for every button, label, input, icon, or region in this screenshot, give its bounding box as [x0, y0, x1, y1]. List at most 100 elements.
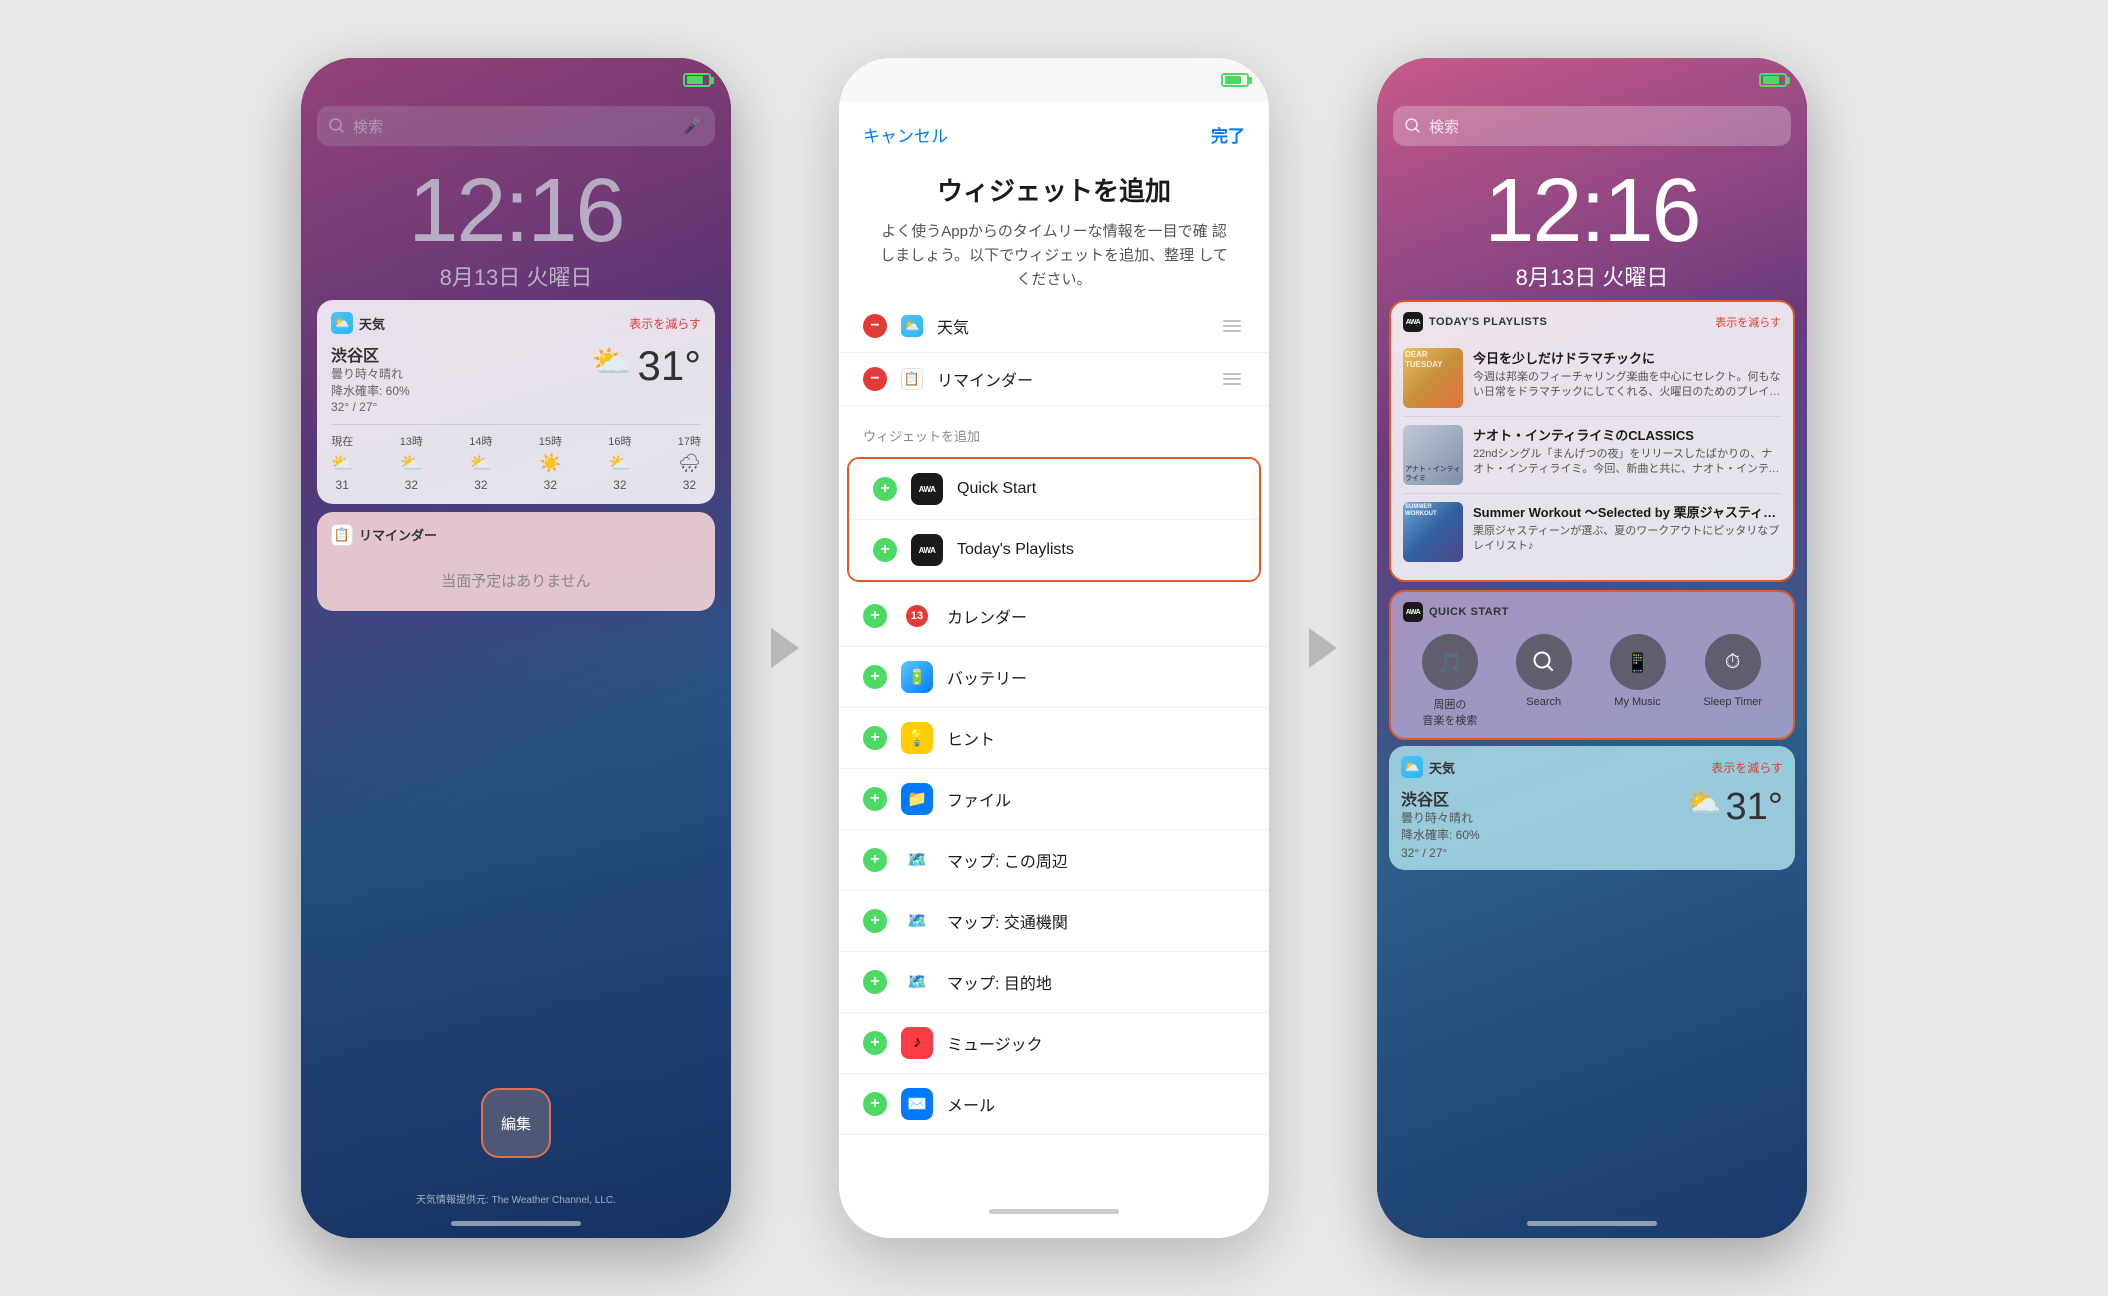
- middle-panel: キャンセル 完了 ウィジェットを追加 よく使うAppからのタイムリーな情報を一目…: [839, 58, 1269, 1238]
- calendar-icon-wrap: 13: [901, 600, 933, 632]
- add-calendar[interactable]: + 13 カレンダー: [839, 586, 1269, 647]
- weather-collapse-btn-1[interactable]: 表示を減らす: [629, 315, 701, 332]
- add-maps-transit[interactable]: + 🗺️ マップ: 交通機関: [839, 891, 1269, 952]
- plus-maps-nearby-btn[interactable]: +: [863, 848, 887, 872]
- add-hint[interactable]: + 💡 ヒント: [839, 708, 1269, 769]
- qs-sleep-timer-label: Sleep Timer: [1703, 696, 1762, 708]
- playlist-title-0: 今日を少しだけドラマチックに: [1473, 348, 1781, 367]
- minus-reminder-btn[interactable]: −: [863, 367, 887, 391]
- battery-icon-1: [683, 73, 711, 87]
- plus-mail-btn[interactable]: +: [863, 1092, 887, 1116]
- weather-location-3: 渋谷区: [1401, 786, 1480, 810]
- weather-icon-list: ⛅: [901, 315, 923, 337]
- done-button[interactable]: 完了: [1211, 122, 1245, 147]
- awa-icon-qs-header: AWA: [1403, 602, 1423, 622]
- qs-search-icon: [1516, 634, 1572, 690]
- lock-clock-3: 12:16 8月13日 火曜日: [1377, 166, 1807, 292]
- edit-button-1[interactable]: 編集: [481, 1088, 551, 1158]
- weather-collapse-btn-3[interactable]: 表示を減らす: [1711, 759, 1783, 776]
- battery-icon-widget: 🔋: [901, 661, 933, 693]
- modal-header: キャンセル 完了: [839, 102, 1269, 155]
- files-icon: 📁: [901, 783, 933, 815]
- battery-label: バッテリー: [947, 665, 1027, 689]
- search-placeholder-1: 検索: [353, 116, 383, 137]
- add-maps-nearby[interactable]: + 🗺️ マップ: この周辺: [839, 830, 1269, 891]
- active-widget-weather: − ⛅ 天気: [839, 300, 1269, 353]
- plus-maps-destination-btn[interactable]: +: [863, 970, 887, 994]
- plus-files-btn[interactable]: +: [863, 787, 887, 811]
- plus-todays-playlists-btn[interactable]: +: [873, 538, 897, 562]
- status-bar-middle: [839, 58, 1269, 102]
- weather-cloud-icon-1: ⛅: [592, 342, 632, 380]
- clock-time-3: 12:16: [1377, 166, 1807, 256]
- qs-btn-sleep-timer[interactable]: ⏱ Sleep Timer: [1703, 634, 1762, 728]
- playlist-desc-0: 今週は邦楽のフィーチャリング楽曲を中心にセレクト。何もない日常をドラマチックにし…: [1473, 370, 1781, 401]
- quick-start-label: Quick Start: [957, 480, 1036, 498]
- plus-quick-start-btn[interactable]: +: [873, 477, 897, 501]
- add-quick-start[interactable]: + AWA Quick Start: [849, 459, 1259, 520]
- arrow-1: [771, 628, 799, 668]
- qs-btn-nearby[interactable]: 🎵 周囲の音楽を検索: [1422, 634, 1478, 728]
- reminder-widget-title-1: リマインダー: [359, 525, 437, 544]
- phone-screen-3: 検索 12:16 8月13日 火曜日 AWA TODAY'S PLAYLISTS…: [1377, 58, 1807, 1238]
- cancel-button[interactable]: キャンセル: [863, 122, 948, 147]
- maps-destination-icon: 🗺️: [901, 966, 933, 998]
- search-placeholder-3: 検索: [1429, 116, 1459, 137]
- home-indicator-middle: [989, 1209, 1119, 1214]
- plus-music-btn[interactable]: +: [863, 1031, 887, 1055]
- add-battery[interactable]: + 🔋 バッテリー: [839, 647, 1269, 708]
- add-todays-playlists[interactable]: + AWA Today's Playlists: [849, 520, 1259, 580]
- add-maps-destination[interactable]: + 🗺️ マップ: 目的地: [839, 952, 1269, 1013]
- qs-my-music-label: My Music: [1614, 696, 1660, 708]
- search-bar-3[interactable]: 検索: [1393, 106, 1791, 146]
- awa-icon-quick-start: AWA: [911, 473, 943, 505]
- add-music[interactable]: + ♪ ミュージック: [839, 1013, 1269, 1074]
- qs-nearby-label: 周囲の音楽を検索: [1422, 696, 1477, 728]
- active-widgets-list: − ⛅ 天気 − 📋 リマインダー: [839, 300, 1269, 406]
- weather-condition-1: 曇り時々晴れ降水確率: 60%: [331, 366, 410, 400]
- todays-playlists-collapse-btn[interactable]: 表示を減らす: [1715, 314, 1781, 330]
- minus-weather-btn[interactable]: −: [863, 314, 887, 338]
- home-indicator-1: [451, 1221, 581, 1226]
- plus-hint-btn[interactable]: +: [863, 726, 887, 750]
- maps-nearby-icon: 🗺️: [901, 844, 933, 876]
- home-indicator-3: [1527, 1221, 1657, 1226]
- drag-handle-weather[interactable]: [1219, 316, 1245, 336]
- battery-icon-3: [1759, 73, 1787, 87]
- lock-clock-1: 12:16 8月13日 火曜日: [301, 166, 731, 292]
- add-widgets-section: ウィジェットを追加 + AWA Quick Start + AWA: [839, 426, 1269, 1135]
- plus-battery-btn[interactable]: +: [863, 665, 887, 689]
- plus-maps-transit-btn[interactable]: +: [863, 909, 887, 933]
- playlist-title-2: Summer Workout 〜Selected by 栗原ジャスティーン〜: [1473, 502, 1781, 521]
- playlist-thumb-1: アナト・インティライミ: [1403, 425, 1463, 485]
- quick-start-buttons: 🎵 周囲の音楽を検索 Search 📱 My Music: [1403, 634, 1781, 728]
- calendar-label: カレンダー: [947, 604, 1027, 628]
- maps-transit-icon: 🗺️: [901, 905, 933, 937]
- playlist-item-0[interactable]: DEARTUESDAY 今日を少しだけドラマチックに 今週は邦楽のフィーチャリン…: [1403, 340, 1781, 417]
- playlist-item-2[interactable]: SUMMERWORKOUT Summer Workout 〜Selected b…: [1403, 494, 1781, 570]
- playlist-title-1: ナオト・インティライミのCLASSICS: [1473, 425, 1781, 444]
- qs-btn-search[interactable]: Search: [1516, 634, 1572, 728]
- awa-icon-widget-header: AWA: [1403, 312, 1423, 332]
- plus-calendar-btn[interactable]: +: [863, 604, 887, 628]
- drag-handle-reminder[interactable]: [1219, 369, 1245, 389]
- attribution-1: 天気情報提供元: The Weather Channel, LLC.: [301, 1190, 731, 1208]
- hint-label: ヒント: [947, 726, 995, 750]
- maps-destination-label: マップ: 目的地: [947, 970, 1052, 994]
- todays-playlists-widget-title: TODAY'S PLAYLISTS: [1429, 316, 1547, 328]
- weather-temp-1: 31°: [637, 342, 701, 390]
- clock-date-1: 8月13日 火曜日: [301, 260, 731, 292]
- calendar-icon: 13: [906, 605, 928, 627]
- qs-btn-my-music[interactable]: 📱 My Music: [1610, 634, 1666, 728]
- weather-widget-title-1: 天気: [359, 314, 385, 333]
- weather-temp-range-1: 32° / 27°: [331, 400, 410, 414]
- playlist-item-1[interactable]: アナト・インティライミ ナオト・インティライミのCLASSICS 22ndシング…: [1403, 417, 1781, 494]
- todays-playlists-label: Today's Playlists: [957, 541, 1074, 559]
- weather-condition-3: 曇り時々晴れ降水確率: 60%: [1401, 810, 1480, 844]
- search-bar-1[interactable]: 検索 🎤: [317, 106, 715, 146]
- weather-temp-range-3: 32° / 27°: [1401, 846, 1783, 860]
- add-files[interactable]: + 📁 ファイル: [839, 769, 1269, 830]
- maps-transit-label: マップ: 交通機関: [947, 909, 1068, 933]
- add-mail[interactable]: + ✉️ メール: [839, 1074, 1269, 1135]
- reminder-empty-text-1: 当面予定はありません: [331, 554, 701, 599]
